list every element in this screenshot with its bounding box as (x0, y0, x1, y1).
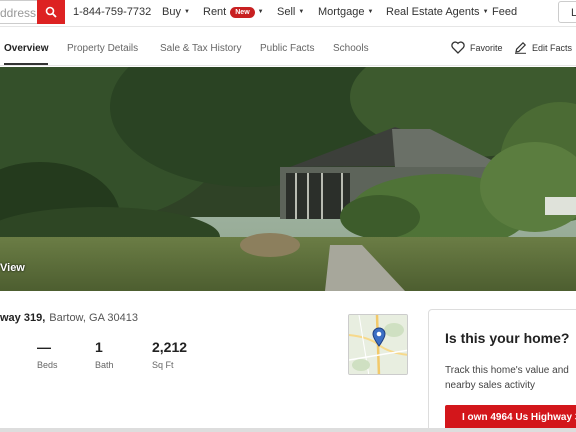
address-city: Bartow, GA 30413 (49, 312, 138, 324)
edit-facts-button[interactable]: Edit Facts (514, 41, 572, 54)
street-view-label[interactable]: View (0, 262, 25, 274)
tab-overview[interactable]: Overview (4, 43, 49, 65)
caret-down-icon: ▼ (482, 9, 489, 15)
caret-down-icon: ▼ (367, 9, 374, 15)
caret-down-icon: ▼ (298, 9, 305, 15)
search-input[interactable]: ddress, (0, 0, 37, 24)
property-subnav: Overview Property Details Sale & Tax His… (0, 32, 576, 66)
caret-down-icon: ▼ (183, 9, 190, 15)
top-nav: ddress, 1-844-759-7732 Buy ▼ Rent New ▼ Sel… (0, 0, 576, 27)
tab-schools[interactable]: Schools (333, 43, 369, 54)
map-pin-icon (372, 327, 386, 347)
page-divider (0, 428, 576, 432)
phone-number[interactable]: 1-844-759-7732 (73, 6, 151, 18)
caret-down-icon: ▼ (257, 9, 264, 15)
heart-icon (451, 41, 465, 54)
nav-real-estate-agents[interactable]: Real Estate Agents ▼ (386, 6, 489, 18)
bath-value: 1 (95, 339, 103, 355)
owner-card: Is this your home? Track this home's val… (428, 309, 576, 432)
property-photo[interactable]: View (0, 67, 576, 291)
search-button[interactable] (37, 0, 65, 24)
bath-label: Bath (95, 360, 114, 370)
login-button[interactable]: L (558, 1, 576, 23)
sqft-value: 2,212 (152, 339, 188, 355)
property-address: way 319, Bartow, GA 30413 (0, 312, 138, 324)
search-icon (45, 6, 57, 18)
nav-rent[interactable]: Rent New ▼ (203, 6, 264, 18)
nav-feed[interactable]: Feed (492, 6, 517, 18)
tab-sale-tax-history[interactable]: Sale & Tax History (160, 43, 242, 54)
nav-sell[interactable]: Sell ▼ (277, 6, 304, 18)
pencil-icon (515, 41, 527, 54)
favorite-button[interactable]: Favorite (451, 41, 503, 54)
street-view-image (0, 67, 576, 291)
owner-card-text: Track this home's value and nearby sales… (445, 365, 569, 391)
address-street: way 319, (0, 312, 46, 324)
beds-label: Beds (37, 360, 58, 370)
new-badge: New (230, 7, 255, 18)
sqft-label: Sq Ft (152, 360, 174, 370)
tab-property-details[interactable]: Property Details (67, 43, 138, 54)
edit-facts-label: Edit Facts (532, 42, 573, 53)
tab-public-facts[interactable]: Public Facts (260, 43, 314, 54)
mini-map[interactable] (348, 314, 408, 375)
owner-card-title: Is this your home? (445, 330, 570, 346)
favorite-label: Favorite (470, 42, 503, 53)
nav-mortgage[interactable]: Mortgage ▼ (318, 6, 373, 18)
beds-value: — (37, 339, 51, 355)
nav-buy[interactable]: Buy ▼ (162, 6, 190, 18)
